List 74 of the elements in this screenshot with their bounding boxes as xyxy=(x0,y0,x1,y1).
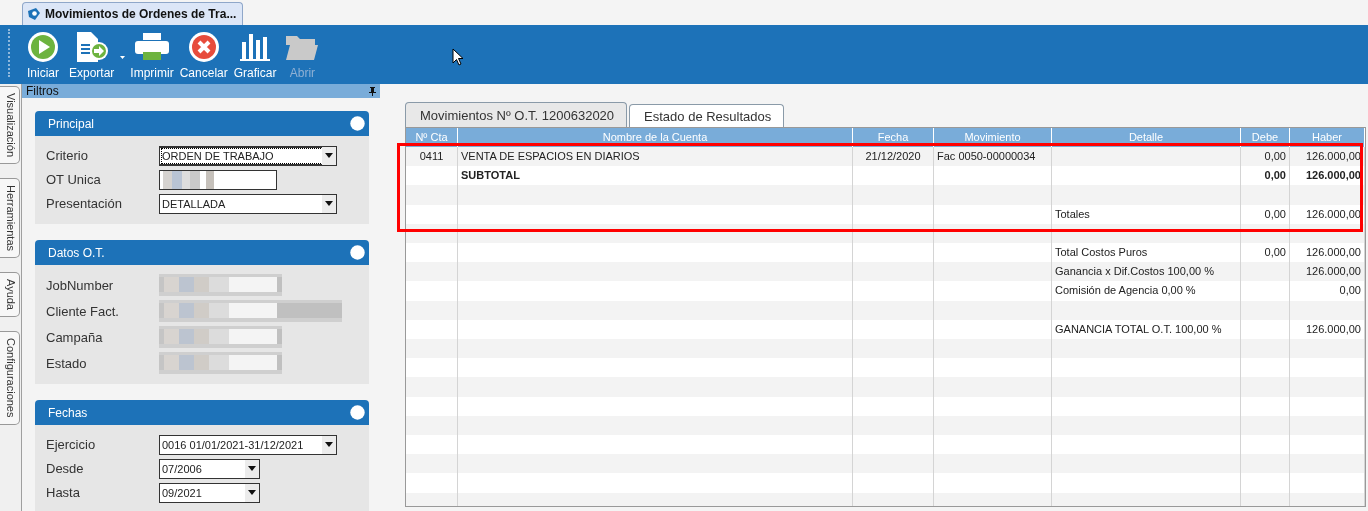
dropdown[interactable]: 07/2006 xyxy=(159,458,260,479)
table-cell: 126.000,00 xyxy=(1305,150,1361,162)
side-tab[interactable]: Ayuda xyxy=(0,272,20,318)
dropdown-arrow-icon xyxy=(325,201,333,206)
table-cell: 126.000,00 xyxy=(1305,265,1361,278)
toolbar-button[interactable]: Iniciar xyxy=(20,26,66,84)
table-cell: Comisión de Agencia 0,00 % xyxy=(1055,284,1196,297)
table-cell: Totales xyxy=(1055,207,1090,220)
field-label: JobNumber xyxy=(46,277,115,293)
field-label: Campaña xyxy=(46,329,104,345)
table-cell: Fac 0050-00000034 xyxy=(937,150,1036,162)
group-title: Fechas xyxy=(48,405,88,420)
group-title: Principal xyxy=(48,116,95,131)
dropdown-arrow-icon xyxy=(248,490,256,495)
table-cell: 0,00 xyxy=(1339,284,1361,297)
dropdown-arrow-icon xyxy=(325,442,333,447)
side-tab[interactable]: Visualización xyxy=(0,86,20,164)
table-cell: Total Costos Puros xyxy=(1055,245,1148,258)
dropdown[interactable]: DETALLADA xyxy=(159,193,337,214)
table-cell: 21/12/2020 xyxy=(865,150,921,162)
panel-title: Filtros xyxy=(26,84,59,98)
blurred-field[interactable] xyxy=(159,352,282,374)
table-cell: 0,00 xyxy=(1264,207,1286,220)
field-label: Criterio xyxy=(46,148,89,163)
field-label: Desde xyxy=(46,461,85,476)
field-label: Hasta xyxy=(46,485,81,500)
toolbar-button[interactable]: Exportar xyxy=(66,26,118,84)
table-cell: 0,00 xyxy=(1264,245,1286,258)
toolbar-button[interactable]: Imprimir xyxy=(127,26,177,84)
blurred-field[interactable] xyxy=(159,274,282,296)
table-cell: 126.000,00 xyxy=(1305,207,1361,220)
table-cell: VENTA DE ESPACIOS EN DIARIOS xyxy=(461,150,640,162)
table-cell: GANANCIA TOTAL O.T. 100,00 % xyxy=(1055,322,1222,335)
field-label: Presentación xyxy=(46,196,123,211)
caret-icon xyxy=(120,56,126,59)
dropdown-arrow-icon xyxy=(325,153,333,158)
table-cell: Ganancia x Dif.Costos 100,00 % xyxy=(1055,265,1214,278)
table-cell: 0411 xyxy=(419,150,444,162)
blurred-field[interactable] xyxy=(159,300,342,322)
dropdown[interactable]: 0016 01/01/2021-31/12/2021 xyxy=(159,434,337,455)
blurred-field[interactable] xyxy=(159,326,282,348)
field-label: Estado xyxy=(46,355,88,371)
report-tab[interactable]: Movimientos Nº O.T. 1200632020 xyxy=(405,102,628,127)
dropdown-arrow-icon xyxy=(248,466,256,471)
report-tab[interactable]: Estado de Resultados xyxy=(629,104,785,127)
field-label: Cliente Fact. xyxy=(46,303,120,319)
toolbar-button[interactable]: Cancelar xyxy=(176,26,231,84)
side-tab[interactable]: Herramientas xyxy=(0,178,20,259)
pin-icon[interactable] xyxy=(369,86,376,96)
group-title: Datos O.T. xyxy=(48,245,105,260)
printer-icon xyxy=(134,32,170,62)
app-logo-icon xyxy=(27,7,41,21)
cursor-icon xyxy=(452,48,464,66)
table-cell: 0,00 xyxy=(1264,150,1286,162)
table-cell: 126.000,00 xyxy=(1305,322,1361,335)
table-cell: SUBTOTAL xyxy=(461,169,520,182)
window-tab[interactable]: Movimientos de Ordenes de Tra... xyxy=(22,2,244,25)
cancel-icon xyxy=(187,31,220,63)
table-cell: 126.000,00 xyxy=(1305,245,1361,258)
dropdown[interactable]: ORDEN DE TRABAJO xyxy=(159,145,337,166)
field-label: OT Unica xyxy=(46,172,102,187)
toolbar-button[interactable]: Graficar xyxy=(230,26,280,84)
table-cell: 126.000,00 xyxy=(1305,169,1361,182)
collapse-toggle-icon[interactable] xyxy=(350,116,365,131)
blurred-field[interactable] xyxy=(159,169,277,190)
dropdown[interactable]: 09/2021 xyxy=(159,482,260,503)
field-label: Ejercicio xyxy=(46,437,97,452)
play-icon xyxy=(27,31,59,63)
collapse-toggle-icon[interactable] xyxy=(350,245,365,260)
folder-icon xyxy=(285,33,320,61)
side-tab[interactable]: Configuraciones xyxy=(0,331,20,425)
table-cell: 0,00 xyxy=(1264,169,1286,182)
collapse-toggle-icon[interactable] xyxy=(350,405,365,420)
bar-chart-icon xyxy=(239,32,272,62)
